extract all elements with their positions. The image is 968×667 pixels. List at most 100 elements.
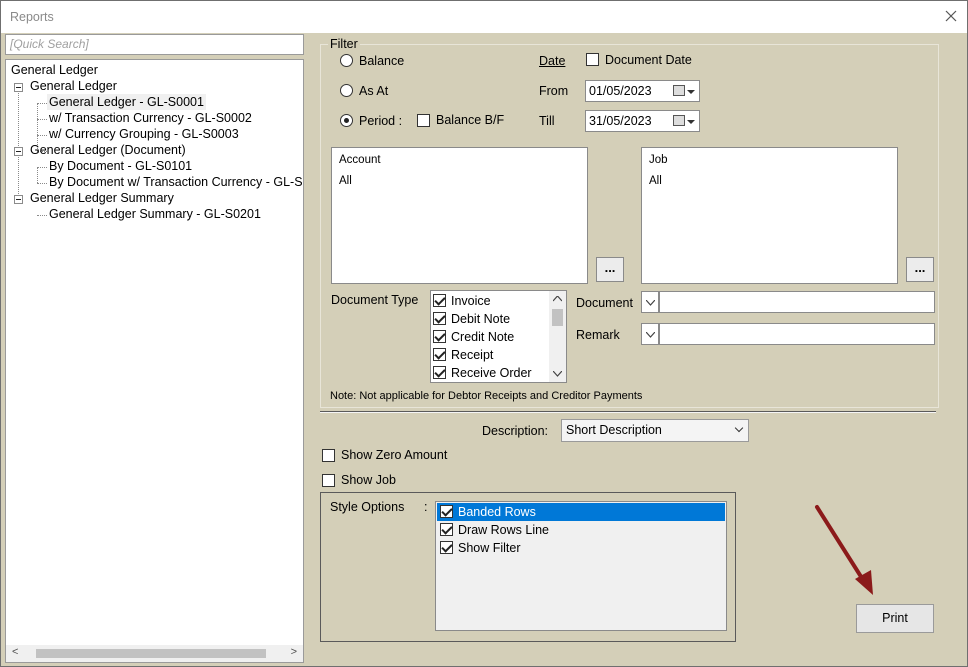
account-value: All xyxy=(339,175,352,187)
from-label: From xyxy=(539,84,569,98)
tree-item-general-ledger-document[interactable]: General Ledger (Document) xyxy=(30,142,186,158)
scroll-left-icon[interactable]: < xyxy=(12,646,18,658)
document-type-item[interactable]: Receipt xyxy=(433,346,493,364)
document-date-checkbox[interactable] xyxy=(586,53,599,66)
title-bar: Reports xyxy=(1,1,967,33)
checkbox[interactable] xyxy=(433,294,446,308)
collapse-icon[interactable] xyxy=(14,83,23,92)
tree-connector xyxy=(37,167,47,168)
tree-item-gl-s0201[interactable]: General Ledger Summary - GL-S0201 xyxy=(49,206,261,222)
tree-connector xyxy=(37,167,38,183)
document-type-list[interactable]: Invoice Debit Note Credit Note Receipt R… xyxy=(430,290,567,383)
document-type-invoice: Invoice xyxy=(451,294,491,308)
report-tree[interactable]: General Ledger General Ledger General Le… xyxy=(5,59,304,663)
tree-item-gl-s0101[interactable]: By Document - GL-S0101 xyxy=(49,158,192,174)
balance-radio[interactable] xyxy=(340,54,353,67)
client-area: [Quick Search] General Ledger General Le… xyxy=(1,33,967,666)
style-item-banded-rows[interactable]: Banded Rows xyxy=(437,503,725,521)
window-title: Reports xyxy=(10,10,54,24)
scrollbar-thumb[interactable] xyxy=(36,649,266,658)
quick-search-input[interactable]: [Quick Search] xyxy=(5,34,304,55)
from-date-value: 01/05/2023 xyxy=(589,84,652,98)
tree-item-general-ledger[interactable]: General Ledger xyxy=(30,78,117,94)
document-type-item[interactable]: Debit Note xyxy=(433,310,510,328)
job-list[interactable]: Job All xyxy=(641,147,898,284)
chevron-down-icon xyxy=(646,300,655,306)
annotation-arrow-icon xyxy=(815,505,873,595)
chevron-down-icon[interactable] xyxy=(687,120,695,124)
document-type-item[interactable]: Invoice xyxy=(433,292,491,310)
scroll-right-icon[interactable]: > xyxy=(291,646,297,658)
scrollbar-thumb[interactable] xyxy=(552,309,563,326)
show-zero-amount-label: Show Zero Amount xyxy=(341,448,448,462)
document-type-scrollbar[interactable] xyxy=(549,291,566,382)
balance-bf-checkbox[interactable] xyxy=(417,114,430,127)
tree-item-gl-s0102[interactable]: By Document w/ Transaction Currency - GL… xyxy=(49,174,303,190)
account-browse-button[interactable]: ... xyxy=(596,257,624,282)
tree-item-general-ledger-summary[interactable]: General Ledger Summary xyxy=(30,190,174,206)
balance-bf-label: Balance B/F xyxy=(436,113,505,127)
document-input[interactable] xyxy=(659,291,935,313)
document-type-credit-note: Credit Note xyxy=(451,330,515,344)
period-label: Period : xyxy=(359,114,403,128)
date-label: Date xyxy=(539,54,566,68)
show-job-label: Show Job xyxy=(341,473,396,487)
reports-window: Reports [Quick Search] General Ledger Ge… xyxy=(0,0,968,667)
period-radio[interactable] xyxy=(340,114,353,127)
remark-input[interactable] xyxy=(659,323,935,345)
style-item-label: Draw Rows Line xyxy=(458,523,550,537)
tree-item-gl-s0002[interactable]: w/ Transaction Currency - GL-S0002 xyxy=(49,110,252,126)
checkbox[interactable] xyxy=(440,505,453,519)
tree-connector xyxy=(37,103,47,104)
checkbox[interactable] xyxy=(433,312,446,326)
description-label: Description: xyxy=(482,424,548,438)
calendar-icon[interactable] xyxy=(673,85,685,96)
description-dropdown[interactable]: Short Description xyxy=(561,419,749,442)
document-type-item[interactable]: Receive Order xyxy=(433,364,532,382)
chevron-down-icon xyxy=(646,332,655,338)
job-header: Job xyxy=(649,154,668,166)
filter-title: Filter xyxy=(328,37,360,51)
chevron-up-icon[interactable] xyxy=(553,296,562,302)
as-at-radio[interactable] xyxy=(340,84,353,97)
tree-connector xyxy=(18,88,19,200)
as-at-label: As At xyxy=(359,84,389,98)
job-browse-button[interactable]: ... xyxy=(906,257,934,282)
note-text: Note: Not applicable for Debtor Receipts… xyxy=(330,390,643,402)
checkbox[interactable] xyxy=(440,541,453,555)
print-button[interactable]: Print xyxy=(856,604,934,633)
document-type-item[interactable]: Credit Note xyxy=(433,328,514,346)
checkbox[interactable] xyxy=(433,366,446,380)
tree-connector xyxy=(37,119,47,120)
close-icon[interactable] xyxy=(944,9,958,23)
tree-item-general-ledger-root[interactable]: General Ledger xyxy=(11,62,98,78)
document-label: Document xyxy=(576,296,633,310)
till-date-value: 31/05/2023 xyxy=(589,114,652,128)
calendar-icon[interactable] xyxy=(673,115,685,126)
document-date-label: Document Date xyxy=(605,53,692,67)
chevron-down-icon[interactable] xyxy=(687,90,695,94)
tree-horizontal-scrollbar[interactable]: < > xyxy=(6,645,303,662)
document-type-receipt: Receipt xyxy=(451,348,494,362)
checkbox[interactable] xyxy=(440,523,453,537)
style-options-list[interactable]: Banded Rows Draw Rows Line Show Filter xyxy=(435,501,727,631)
checkbox[interactable] xyxy=(433,348,446,362)
style-item-label: Show Filter xyxy=(458,541,521,555)
account-list[interactable]: Account All xyxy=(331,147,588,284)
style-item-label: Banded Rows xyxy=(458,505,536,519)
chevron-down-icon[interactable] xyxy=(553,371,562,377)
show-job-checkbox[interactable] xyxy=(322,474,335,487)
collapse-icon[interactable] xyxy=(14,195,23,204)
tree-item-gl-s0001[interactable]: General Ledger - GL-S0001 xyxy=(47,94,206,110)
show-zero-amount-checkbox[interactable] xyxy=(322,449,335,462)
style-item-draw-rows-line[interactable]: Draw Rows Line xyxy=(437,521,725,539)
document-operator-dropdown[interactable] xyxy=(641,291,659,313)
tree-item-gl-s0003[interactable]: w/ Currency Grouping - GL-S0003 xyxy=(49,126,239,142)
style-item-show-filter[interactable]: Show Filter xyxy=(437,539,725,557)
quick-search-placeholder: [Quick Search] xyxy=(10,37,89,51)
collapse-icon[interactable] xyxy=(14,147,23,156)
checkbox[interactable] xyxy=(433,330,446,344)
remark-operator-dropdown[interactable] xyxy=(641,323,659,345)
balance-label: Balance xyxy=(359,54,405,68)
tree-connector xyxy=(37,215,47,216)
